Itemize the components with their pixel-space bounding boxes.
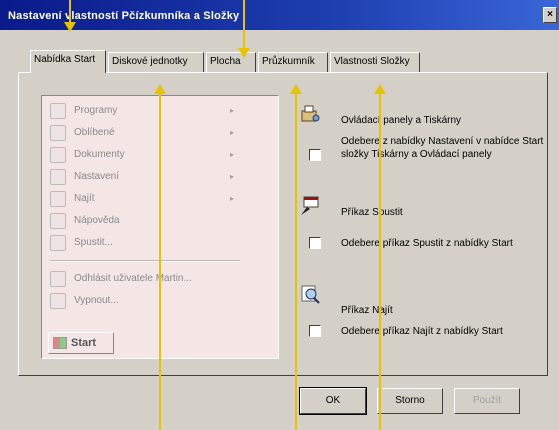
tab-folder-properties[interactable]: Vlastnosti Složky [330,52,420,72]
callout-arrow-down-icon [64,22,76,32]
option-label-find: Příkaz Najít [341,305,393,316]
callout-arrow-up-icon [290,84,302,94]
option-desc-find: Odebere příkaz Najít z nabídky Start [341,326,503,337]
checkbox-remove-control-panel[interactable] [309,149,321,161]
help-icon [50,213,66,229]
callout-line [69,0,71,24]
title-bar[interactable]: Nastavení vlastností Pčízkumníka a Složk… [0,0,559,30]
dialog-window: Nabídka Start Diskové jednotky Plocha Pr… [0,30,559,430]
window-title: Nastavení vlastností Pčízkumníka a Složk… [8,10,240,22]
windows-logo-icon [53,337,67,349]
callout-line [295,94,297,430]
submenu-arrow-icon: ▸ [230,194,235,203]
checkbox-remove-run[interactable] [309,237,321,249]
tab-explorer[interactable]: Průzkumník [258,52,328,72]
apply-button[interactable]: Použít [454,388,520,414]
shutdown-icon [50,293,66,309]
favorites-icon [50,125,66,141]
control-panel-printers-icon [301,105,320,122]
submenu-arrow-icon: ▸ [230,128,235,137]
tab-drives[interactable]: Diskové jednotky [108,52,204,72]
menu-item-documents: Dokumenty ▸ [50,144,240,166]
menu-item-logoff: Odhlásit uživatele Martin... [50,268,240,290]
logoff-icon [50,271,66,287]
callout-line [159,94,161,430]
submenu-arrow-icon: ▸ [230,172,235,181]
menu-separator [50,260,240,262]
callout-line [243,0,245,50]
run-icon [50,235,66,251]
callout-arrow-down-icon [238,48,250,58]
find-icon [50,191,66,207]
option-label-run: Příkaz Spustit [341,207,403,218]
callout-line [379,94,381,430]
cancel-button[interactable]: Storno [377,388,443,414]
tab-panel: Programy ▸ Oblíbené ▸ Dokumenty ▸ Nastav… [18,72,548,376]
menu-item-favorites: Oblíbené ▸ [50,122,240,144]
menu-item-run: Spustit... [50,232,240,254]
documents-icon [50,147,66,163]
find-command-icon [301,285,320,304]
menu-item-settings: Nastavení ▸ [50,166,240,188]
submenu-arrow-icon: ▸ [230,106,235,115]
callout-arrow-up-icon [374,84,386,94]
menu-item-programs: Programy ▸ [50,100,240,122]
menu-item-find: Najít ▸ [50,188,240,210]
run-command-icon [301,196,319,215]
ok-button[interactable]: OK [299,387,367,415]
tab-start-menu[interactable]: Nabídka Start [30,50,106,73]
menu-item-shutdown: Vypnout... [50,290,240,312]
close-button[interactable]: × [543,7,557,23]
option-label-control-panel: Ovládací panely a Tiskárny [341,115,462,126]
start-button-preview: Start [48,332,114,354]
option-desc-control-panel: Odebere z nabídky Nastavení v nabídce St… [341,136,544,160]
submenu-arrow-icon: ▸ [230,150,235,159]
menu-item-help: Nápověda [50,210,240,232]
callout-arrow-up-icon [154,84,166,94]
settings-icon [50,169,66,185]
programs-icon [50,103,66,119]
option-desc-run: Odebere příkaz Spustit z nabídky Start [341,238,513,249]
checkbox-remove-find[interactable] [309,325,321,337]
